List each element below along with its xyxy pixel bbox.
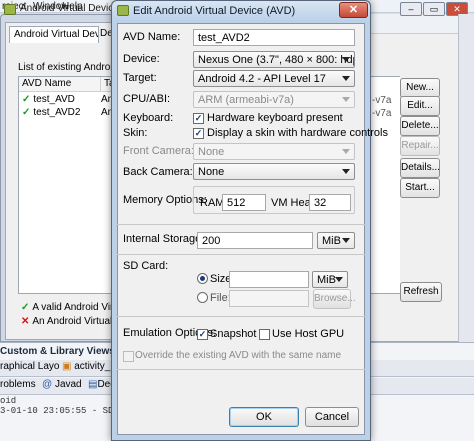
- android-app-icon: [4, 4, 16, 15]
- override-avd-checkbox[interactable]: [123, 351, 134, 362]
- ok-button[interactable]: OK: [229, 407, 299, 427]
- device-label: Device:: [123, 53, 160, 65]
- tab-graphical-layout[interactable]: raphical Layout: [0, 361, 60, 376]
- browse-button[interactable]: Browse...: [313, 289, 356, 309]
- dialog-close-button[interactable]: ✕: [339, 2, 368, 18]
- valid-check-icon: ✓: [22, 107, 31, 118]
- target-select[interactable]: Android 4.2 - API Level 17: [193, 70, 355, 87]
- cpu-abi-label: CPU/ABI:: [123, 93, 171, 105]
- ram-input[interactable]: 512: [222, 194, 266, 211]
- target-label: Target:: [123, 72, 157, 84]
- snapshot-label: Snapshot: [210, 328, 257, 340]
- refresh-button[interactable]: Refresh: [400, 282, 442, 302]
- tab-javadoc[interactable]: @ Javadoc: [42, 379, 82, 394]
- xml-file-icon: ▣: [62, 361, 72, 372]
- javadoc-icon: @: [42, 379, 53, 390]
- console-line: oid: [0, 396, 17, 406]
- display-skin-checkbox[interactable]: ✓: [193, 128, 204, 139]
- sd-size-unit-value: MiB: [317, 274, 336, 286]
- chevron-down-icon: [342, 169, 350, 174]
- sd-size-input[interactable]: [229, 271, 309, 288]
- back-camera-select[interactable]: None: [193, 163, 355, 180]
- avd-name-label: AVD Name:: [123, 31, 181, 43]
- sd-card-label: SD Card:: [123, 260, 169, 272]
- new-avd-button[interactable]: New...: [400, 78, 440, 98]
- valid-legend-text: A valid Android Virtual: [32, 302, 118, 313]
- tab-activity-main[interactable]: ▣ activity_ma: [62, 361, 114, 376]
- sd-size-radio[interactable]: [197, 273, 208, 284]
- snapshot-checkbox[interactable]: ✓: [197, 329, 208, 340]
- internal-storage-input[interactable]: 200: [197, 232, 313, 249]
- dialog-title: Edit Android Virtual Device (AVD): [133, 5, 296, 17]
- tab-activity-main-label: activity_ma: [74, 361, 114, 372]
- table-cell-fragment: -v7a: [372, 95, 392, 106]
- internal-storage-unit-value: MiB: [322, 235, 341, 247]
- hardware-keyboard-checkbox[interactable]: ✓: [193, 113, 204, 124]
- front-camera-label: Front Camera:: [123, 145, 194, 157]
- valid-check-icon: ✓: [22, 94, 31, 105]
- internal-storage-label: Internal Storage:: [123, 233, 205, 245]
- cpu-abi-select-value: ARM (armeabi-v7a): [198, 94, 294, 106]
- minimize-icon[interactable]: –: [400, 2, 422, 16]
- table-row[interactable]: ✓ test_AVD2 An: [19, 107, 117, 120]
- valid-legend: ✓A valid Android Virtual: [18, 302, 118, 313]
- table-cell-fragment: -v7a: [372, 108, 392, 119]
- host-gpu-label: Use Host GPU: [272, 328, 345, 340]
- delete-avd-button[interactable]: Delete...: [400, 116, 440, 136]
- internal-storage-unit-select[interactable]: MiB: [317, 232, 355, 249]
- divider: [117, 316, 365, 317]
- custom-library-views-title: Custom & Library Views: [0, 346, 115, 357]
- avd-name-cell: test_AVD2: [33, 107, 81, 118]
- start-avd-button[interactable]: Start...: [400, 178, 440, 198]
- sd-file-label: File:: [210, 292, 231, 304]
- back-camera-select-value: None: [198, 166, 225, 178]
- cpu-abi-select[interactable]: ARM (armeabi-v7a): [193, 91, 355, 108]
- avd-name-input[interactable]: test_AVD2: [193, 29, 355, 46]
- hardware-keyboard-label: Hardware keyboard present: [207, 112, 343, 124]
- vm-heap-input[interactable]: 32: [309, 194, 351, 211]
- repair-avd-button[interactable]: Repair...: [400, 136, 440, 156]
- tab-javadoc-label: Javadoc: [54, 379, 82, 390]
- device-select[interactable]: Nexus One (3.7", 480 × 800: hdpi): [193, 51, 355, 68]
- tab-android-virtual-devices[interactable]: Android Virtual Devices: [9, 26, 99, 43]
- invalid-legend-text: An Android Virtual Dev: [32, 316, 118, 327]
- override-avd-label: Override the existing AVD with the same …: [135, 350, 342, 361]
- device-select-value: Nexus One (3.7", 480 × 800: hdpi): [198, 54, 355, 66]
- sd-file-radio[interactable]: [197, 292, 208, 303]
- chevron-down-icon: [342, 149, 350, 154]
- divider: [117, 254, 365, 255]
- android-app-icon: [117, 5, 129, 16]
- invalid-legend: ✕An Android Virtual Dev: [18, 316, 118, 327]
- chevron-down-icon: [342, 76, 350, 81]
- skin-label: Skin:: [123, 127, 148, 139]
- edit-avd-button[interactable]: Edit...: [400, 96, 440, 116]
- chevron-down-icon: [335, 277, 343, 282]
- tab-problems[interactable]: roblems: [0, 379, 40, 394]
- column-header-avd-name[interactable]: AVD Name: [19, 77, 101, 92]
- avd-name-cell: test_AVD: [33, 94, 75, 105]
- sd-file-input[interactable]: [229, 290, 309, 307]
- chevron-down-icon: [342, 238, 350, 243]
- display-skin-label: Display a skin with hardware controls: [207, 127, 388, 139]
- divider: [117, 369, 365, 370]
- invalid-x-icon: ✕: [21, 316, 30, 327]
- back-camera-label: Back Camera:: [123, 166, 193, 178]
- front-camera-select[interactable]: None: [193, 143, 355, 160]
- existing-avds-label: List of existing Android Virtu: [18, 62, 118, 73]
- details-avd-button[interactable]: Details...: [400, 158, 440, 178]
- keyboard-label: Keyboard:: [123, 112, 174, 124]
- sd-size-unit-select[interactable]: MiB: [312, 271, 348, 288]
- table-row[interactable]: ✓ test_AVD An: [19, 94, 117, 107]
- ide-right-toolbar: [458, 14, 474, 344]
- avd-table: AVD Name Tai ✓test_AVD An ✓test_AVD2 An: [18, 76, 118, 294]
- host-gpu-checkbox[interactable]: [259, 329, 270, 340]
- divider: [117, 224, 365, 225]
- chevron-down-icon: [342, 97, 350, 102]
- valid-check-icon: ✓: [21, 302, 30, 313]
- cancel-button[interactable]: Cancel: [305, 407, 359, 427]
- front-camera-select-value: None: [198, 146, 225, 158]
- maximize-icon[interactable]: ▭: [423, 2, 445, 16]
- chevron-down-icon: [342, 57, 350, 62]
- target-select-value: Android 4.2 - API Level 17: [198, 73, 326, 85]
